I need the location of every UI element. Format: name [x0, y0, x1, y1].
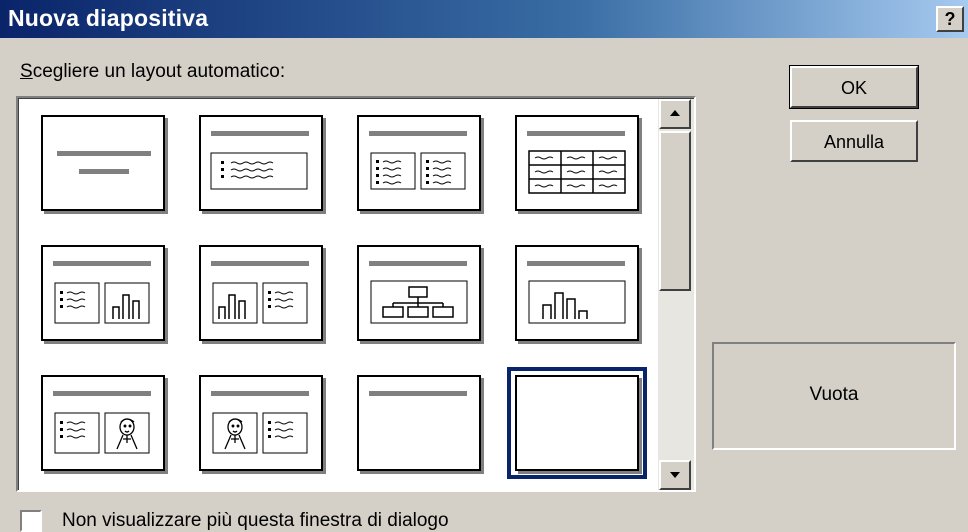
- organization-chart-icon: [369, 261, 468, 324]
- selected-layout-name: Vuota: [809, 384, 859, 405]
- title-bar[interactable]: Nuova diapositiva ?: [0, 0, 968, 38]
- scroll-down-button[interactable]: [659, 460, 691, 490]
- arrow-up-icon: [670, 110, 680, 116]
- cancel-button[interactable]: Annulla: [790, 120, 918, 162]
- blank-layout-icon: [517, 377, 637, 469]
- dialog-title: Nuova diapositiva: [8, 5, 209, 31]
- layout-prompt-label: Scegliere un layout automatico:: [20, 61, 285, 83]
- scroll-up-button[interactable]: [659, 99, 691, 129]
- layout-gallery[interactable]: [16, 96, 696, 492]
- layout-thumb-title-only[interactable]: [357, 375, 481, 471]
- arrow-down-icon: [670, 472, 680, 478]
- layout-thumb-chart[interactable]: [515, 245, 639, 341]
- layout-preview-panel: Vuota: [712, 342, 956, 450]
- dont-show-again-checkbox[interactable]: [20, 510, 42, 532]
- table-icon: [527, 131, 626, 194]
- chart-and-text-icon: [211, 261, 309, 324]
- prompt-text: cegliere un layout automatico:: [32, 61, 286, 82]
- clip-art-and-text-icon: [211, 391, 309, 454]
- layout-thumb-text-and-chart[interactable]: [41, 245, 165, 341]
- title-slide-icon: [57, 151, 151, 174]
- layout-thumb-two-column-text[interactable]: [357, 115, 481, 211]
- layout-thumb-table[interactable]: [515, 115, 639, 211]
- chart-icon: [527, 261, 626, 324]
- layout-thumb-chart-and-text[interactable]: [199, 245, 323, 341]
- gallery-scrollbar[interactable]: [658, 99, 694, 490]
- ok-button[interactable]: OK: [789, 65, 919, 109]
- title-only-icon: [369, 391, 467, 396]
- scroll-thumb[interactable]: [659, 131, 691, 291]
- two-column-text-icon: [369, 131, 467, 190]
- layout-thumb-bulleted-list[interactable]: [199, 115, 323, 211]
- layout-thumb-text-and-clip-art[interactable]: [41, 375, 165, 471]
- layout-thumb-clip-art-and-text[interactable]: [199, 375, 323, 471]
- text-and-clip-art-icon: [53, 391, 151, 454]
- text-and-chart-icon: [53, 261, 151, 324]
- prompt-accelerator: S: [20, 61, 33, 82]
- dont-show-again-label[interactable]: Non visualizzare più questa finestra di …: [62, 510, 449, 532]
- layout-thumb-organization-chart[interactable]: [357, 245, 481, 341]
- layout-thumb-title-slide[interactable]: [41, 115, 165, 211]
- bulleted-list-icon: [210, 131, 309, 190]
- layout-thumb-blank[interactable]: [507, 367, 647, 479]
- help-button[interactable]: ?: [936, 6, 964, 32]
